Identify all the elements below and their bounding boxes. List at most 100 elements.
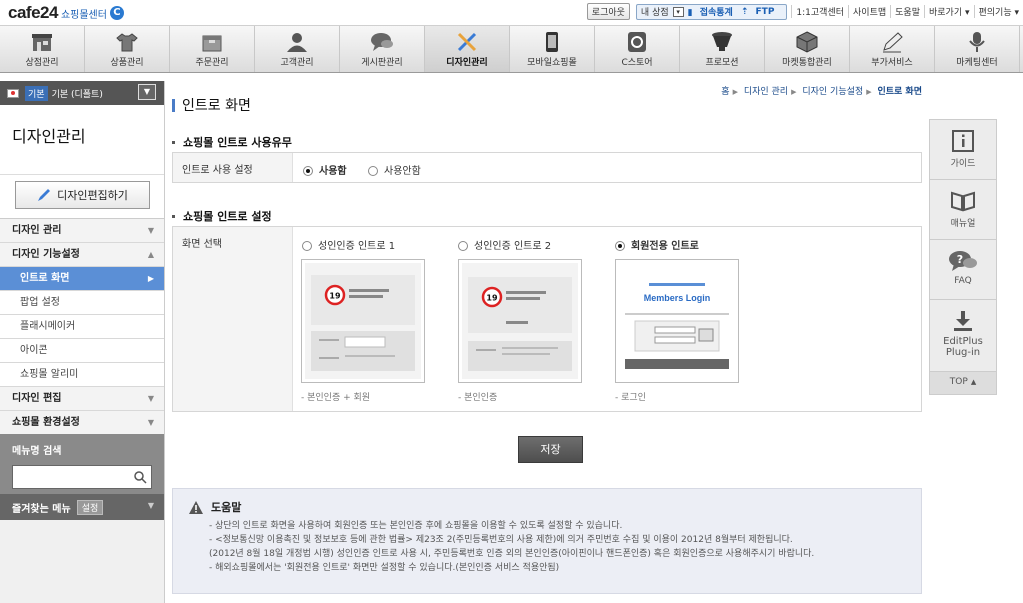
svg-text:19: 19 bbox=[486, 294, 498, 303]
editplus-button[interactable]: EditPlus Plug-in bbox=[930, 300, 996, 372]
nav-addon[interactable]: 부가서비스 bbox=[850, 26, 935, 72]
sidebar-item-design-manage[interactable]: 디자인 관리 ▼ bbox=[0, 219, 164, 243]
chevron-right-icon: ▶ bbox=[147, 274, 154, 283]
korea-flag-icon bbox=[7, 88, 19, 98]
section-intro-setting-title: 쇼핑몰 인트로 설정 bbox=[172, 208, 272, 224]
sidebar-item-popup[interactable]: 팝업 설정 bbox=[0, 291, 164, 315]
breadcrumb-design[interactable]: 디자인 관리 bbox=[744, 87, 788, 97]
sidebar-title: 디자인관리 bbox=[0, 105, 164, 175]
cafe24-logo[interactable]: cafe24 쇼핑몰센터 C bbox=[8, 3, 124, 23]
design-edit-button[interactable]: 디자인편집하기 bbox=[15, 181, 150, 209]
sidebar-item-flashmaker[interactable]: 플래시메이커 bbox=[0, 315, 164, 339]
help-link[interactable]: 도움말 bbox=[890, 5, 924, 18]
mystore-dropdown[interactable]: ▾ bbox=[672, 6, 684, 17]
sidebar-item-icon[interactable]: 아이콘 bbox=[0, 339, 164, 363]
svg-text:?: ? bbox=[957, 253, 963, 266]
screen-select-row: 화면 선택 성인인증 인트로 1 성인인증 인트로 2 회원전용 인트로 19 bbox=[172, 226, 922, 412]
preview-adult-1-image: 19 bbox=[305, 263, 421, 379]
screen-members-radio[interactable]: 회원전용 인트로 bbox=[615, 237, 699, 252]
preview-adult-2[interactable]: 19 bbox=[458, 259, 582, 383]
members-intro-thumbnail bbox=[625, 283, 729, 369]
top-bar: cafe24 쇼핑몰센터 C 로그아웃 내 상점 ▾ ▮ 접속통계 ⇡ FTP … bbox=[0, 0, 1023, 26]
intro-use-off-radio[interactable]: 사용안함 bbox=[368, 162, 421, 177]
cube-icon bbox=[796, 31, 818, 53]
help-line: - 상단의 인트로 화면을 사용하여 회원인증 또는 본인인증 후에 쇼핑몰을 … bbox=[209, 521, 623, 531]
guide-button[interactable]: 가이드 bbox=[930, 120, 996, 180]
adult-intro-1-thumbnail: 19 bbox=[311, 275, 415, 371]
adult-intro-2-thumbnail: 19 bbox=[468, 277, 572, 371]
chevron-down-icon: ▼ bbox=[147, 394, 154, 403]
box-icon bbox=[202, 35, 222, 52]
nav-marketing[interactable]: 마케팅센터 bbox=[935, 26, 1020, 72]
sidebar-item-notifier[interactable]: 쇼핑몰 알리미 bbox=[0, 363, 164, 387]
sidebar-menu: 디자인 관리 ▼ 디자인 기능설정 ▲ 인트로 화면 ▶ 팝업 설정 플래시메이커 아… bbox=[0, 219, 164, 449]
sidebar-item-intro[interactable]: 인트로 화면 ▶ bbox=[0, 267, 164, 291]
main-content: 홈 ▶ 디자인 관리 ▶ 디자인 기능설정 ▶ 인트로 화면 인트로 화면 쇼핑몰 인… bbox=[172, 81, 922, 603]
help-line: - 해외쇼핑몰에서는 '회원전용 인트로' 화면만 설정할 수 있습니다.(본인… bbox=[209, 563, 560, 573]
language-dropdown[interactable]: ▼ bbox=[138, 84, 156, 100]
ftp-link[interactable]: ⇡ FTP bbox=[741, 7, 779, 17]
nav-mobile[interactable]: 모바일쇼핑몰 bbox=[510, 26, 595, 72]
radio-unchecked-icon bbox=[302, 241, 312, 251]
breadcrumb-home[interactable]: 홈 bbox=[721, 87, 729, 97]
page-title: 인트로 화면 bbox=[172, 95, 251, 115]
chevron-right-icon: ▶ bbox=[791, 88, 797, 96]
preview-adult-1[interactable]: 19 bbox=[301, 259, 425, 383]
cstore-icon bbox=[628, 32, 646, 52]
shortcut-link[interactable]: 바로가기 ▾ bbox=[924, 5, 974, 18]
top-links: 로그아웃 내 상점 ▾ ▮ 접속통계 ⇡ FTP 1:1고객센터 사이트맵 도움… bbox=[586, 3, 1023, 20]
screen-adult-2-radio[interactable]: 성인인증 인트로 2 bbox=[458, 237, 551, 252]
favorites-settings-button[interactable]: 설정 bbox=[76, 499, 104, 515]
logout-button[interactable]: 로그아웃 bbox=[586, 3, 630, 20]
nav-store[interactable]: 상점관리 bbox=[0, 26, 85, 72]
nav-product[interactable]: 상품관리 bbox=[85, 26, 170, 72]
manual-button[interactable]: 매뉴얼 bbox=[930, 180, 996, 240]
sitemap-link[interactable]: 사이트맵 bbox=[848, 5, 890, 18]
chevron-down-icon: ▼ bbox=[147, 418, 154, 427]
nav-promotion[interactable]: 프로모션 bbox=[680, 26, 765, 72]
stats-link[interactable]: ▮ 접속통계 bbox=[688, 5, 737, 18]
chat-icon bbox=[371, 33, 393, 51]
sidebar-item-env[interactable]: 쇼핑몰 환경설정 ▼ bbox=[0, 411, 164, 435]
nav-cstore[interactable]: C스토어 bbox=[595, 26, 680, 72]
radio-checked-icon bbox=[303, 166, 313, 176]
menu-search-input[interactable] bbox=[12, 465, 152, 489]
customer-center-link[interactable]: 1:1고객센터 bbox=[791, 5, 848, 18]
preview-members[interactable]: Members Login bbox=[615, 259, 739, 383]
faq-button[interactable]: ? FAQ bbox=[930, 240, 996, 300]
cup-icon bbox=[712, 32, 732, 51]
caption-members: - 로그인 bbox=[615, 393, 646, 403]
sidebar-item-design-features[interactable]: 디자인 기능설정 ▲ bbox=[0, 243, 164, 267]
lang-tag: 기본 bbox=[25, 85, 48, 101]
lang-label: 기본 (디폴트) bbox=[51, 89, 103, 100]
mystore-label: 내 상점 bbox=[640, 8, 669, 18]
convenience-link[interactable]: 편의기능 ▾ bbox=[973, 5, 1023, 18]
breadcrumb-current: 인트로 화면 bbox=[877, 87, 922, 97]
nav-order[interactable]: 주문관리 bbox=[170, 26, 255, 72]
sidebar-item-design-edit[interactable]: 디자인 편집 ▼ bbox=[0, 387, 164, 411]
logo-text: cafe24 bbox=[8, 3, 58, 22]
favorites-bar: 즐겨찾는 메뉴 설정 ▼ bbox=[0, 494, 164, 520]
right-panel: 가이드 매뉴얼 ? FAQ EditPlus Plug-in TOP ▲ bbox=[929, 119, 997, 395]
chevron-down-icon[interactable]: ▼ bbox=[148, 501, 154, 510]
caption-adult-2: - 본인인증 bbox=[458, 393, 498, 403]
edit-button-area: 디자인편집하기 bbox=[0, 175, 164, 219]
language-bar: 기본 기본 (디폴트) ▼ bbox=[0, 81, 164, 105]
help-line: (2012년 8월 18일 개정법 시행) 성인인증 인트로 사용 시, 주민등… bbox=[209, 549, 815, 559]
caption-adult-1: - 본인인증 + 회원 bbox=[301, 393, 371, 403]
nav-customer[interactable]: 고객관리 bbox=[255, 26, 340, 72]
nav-market[interactable]: 마켓통합관리 bbox=[765, 26, 850, 72]
preview-members-image: Members Login bbox=[619, 263, 735, 379]
search-icon[interactable] bbox=[133, 470, 147, 484]
pencil-icon bbox=[883, 32, 903, 53]
intro-use-label: 인트로 사용 설정 bbox=[173, 153, 293, 182]
save-button[interactable]: 저장 bbox=[518, 436, 583, 463]
screen-adult-1-radio[interactable]: 성인인증 인트로 1 bbox=[302, 237, 395, 252]
nav-board[interactable]: 게시판관리 bbox=[340, 26, 425, 72]
breadcrumb-features[interactable]: 디자인 기능설정 bbox=[802, 87, 863, 97]
nav-design[interactable]: 디자인관리 bbox=[425, 26, 510, 72]
info-icon bbox=[952, 130, 974, 152]
intro-use-on-radio[interactable]: 사용함 bbox=[303, 162, 347, 177]
scroll-top-button[interactable]: TOP ▲ bbox=[930, 372, 996, 394]
chevron-right-icon: ▶ bbox=[732, 88, 738, 96]
